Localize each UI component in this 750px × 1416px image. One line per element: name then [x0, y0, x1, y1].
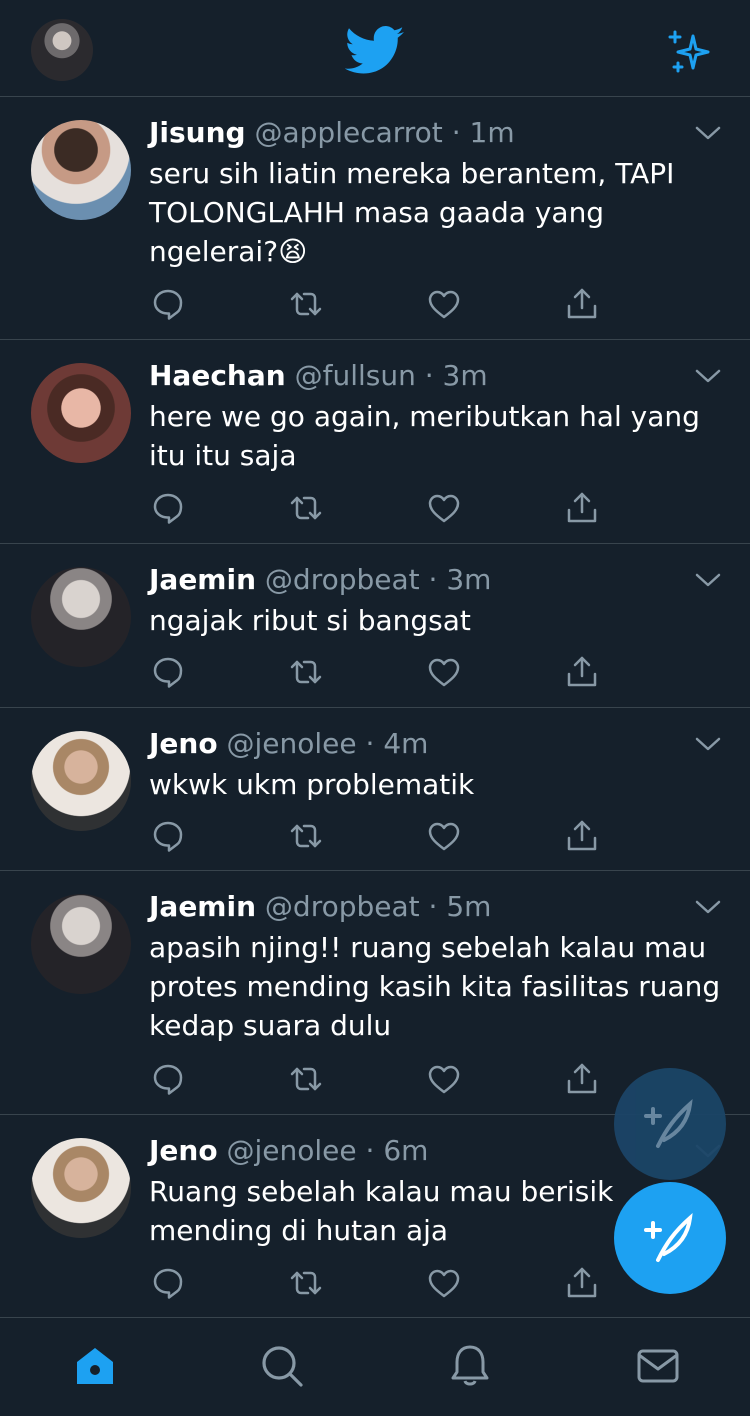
handle[interactable]: @dropbeat: [265, 890, 420, 923]
timestamp: 6m: [383, 1134, 429, 1167]
tweet-actions: [0, 286, 750, 326]
like-icon[interactable]: [426, 490, 462, 526]
search-icon[interactable]: [258, 1342, 306, 1390]
share-icon[interactable]: [564, 1061, 600, 1097]
chevron-down-icon[interactable]: [694, 897, 722, 917]
handle[interactable]: @jenolee: [226, 1134, 356, 1167]
tweet-header: Jaemin @dropbeat · 5m: [149, 890, 492, 923]
like-icon[interactable]: [426, 1061, 462, 1097]
like-icon[interactable]: [426, 1265, 462, 1301]
twitter-app: Jisung @applecarrot · 1m seru sih liatin…: [0, 0, 750, 1416]
display-name[interactable]: Jaemin: [149, 890, 256, 923]
reply-icon[interactable]: [150, 286, 186, 322]
retweet-icon[interactable]: [288, 654, 324, 690]
handle[interactable]: @applecarrot: [255, 116, 443, 149]
retweet-icon[interactable]: [288, 1265, 324, 1301]
like-icon[interactable]: [426, 286, 462, 322]
avatar[interactable]: [31, 731, 131, 831]
chevron-down-icon[interactable]: [694, 366, 722, 386]
tweet-actions: [0, 490, 750, 530]
messages-icon[interactable]: [634, 1342, 682, 1390]
timestamp: 1m: [469, 116, 515, 149]
home-icon[interactable]: [71, 1342, 119, 1390]
display-name[interactable]: Jeno: [149, 1134, 218, 1167]
compose-ghost-button: [614, 1068, 726, 1180]
handle[interactable]: @fullsun: [295, 359, 416, 392]
tweet-header: Jisung @applecarrot · 1m: [149, 116, 515, 149]
avatar[interactable]: [31, 1138, 131, 1238]
tweet-text: here we go again, meributkan hal yang it…: [149, 400, 700, 472]
chevron-down-icon[interactable]: [694, 734, 722, 754]
tweet[interactable]: Haechan @fullsun · 3m here we go again, …: [0, 340, 750, 544]
chevron-down-icon[interactable]: [694, 570, 722, 590]
tweet-actions: [0, 818, 750, 858]
tweet-text: seru sih liatin mereka berantem, TAPI TO…: [149, 157, 675, 268]
twitter-bird-icon[interactable]: [345, 26, 405, 76]
retweet-icon[interactable]: [288, 818, 324, 854]
display-name[interactable]: Jaemin: [149, 563, 256, 596]
avatar[interactable]: [31, 363, 131, 463]
tweet-text: ngajak ribut si bangsat: [149, 604, 471, 637]
display-name[interactable]: Haechan: [149, 359, 286, 392]
reply-icon[interactable]: [150, 490, 186, 526]
reply-icon[interactable]: [150, 1061, 186, 1097]
share-icon[interactable]: [564, 654, 600, 690]
retweet-icon[interactable]: [288, 490, 324, 526]
tweet-header: Jaemin @dropbeat · 3m: [149, 563, 492, 596]
retweet-icon[interactable]: [288, 1061, 324, 1097]
tweet[interactable]: Jisung @applecarrot · 1m seru sih liatin…: [0, 97, 750, 340]
display-name[interactable]: Jeno: [149, 727, 218, 760]
tweet-text: apasih njing!! ruang sebelah kalau mau p…: [149, 931, 721, 1042]
chevron-down-icon[interactable]: [694, 123, 722, 143]
reply-icon[interactable]: [150, 654, 186, 690]
share-icon[interactable]: [564, 286, 600, 322]
like-icon[interactable]: [426, 818, 462, 854]
share-icon[interactable]: [564, 818, 600, 854]
compose-tweet-icon: [644, 1213, 693, 1262]
avatar[interactable]: [31, 894, 131, 994]
handle[interactable]: @jenolee: [226, 727, 356, 760]
reply-icon[interactable]: [150, 818, 186, 854]
avatar[interactable]: [31, 567, 131, 667]
tweet-actions: [0, 654, 750, 694]
timestamp: 3m: [446, 563, 492, 596]
tweet-header: Jeno @jenolee · 6m: [149, 1134, 429, 1167]
avatar[interactable]: [31, 120, 131, 220]
tweet-header: Haechan @fullsun · 3m: [149, 359, 488, 392]
handle[interactable]: @dropbeat: [265, 563, 420, 596]
tweet-text: wkwk ukm problematik: [149, 768, 475, 801]
sparkle-icon[interactable]: [665, 28, 713, 76]
tweet[interactable]: Jaemin @dropbeat · 3m ngajak ribut si ba…: [0, 544, 750, 708]
tweet[interactable]: Jeno @jenolee · 4m wkwk ukm problematik: [0, 708, 750, 871]
timestamp: 5m: [446, 890, 492, 923]
top-bar: [0, 0, 750, 97]
timestamp: 3m: [442, 359, 488, 392]
timestamp: 4m: [383, 727, 429, 760]
compose-tweet-icon: [644, 1099, 693, 1148]
tweet-header: Jeno @jenolee · 4m: [149, 727, 429, 760]
share-icon[interactable]: [564, 1265, 600, 1301]
compose-tweet-button[interactable]: [614, 1182, 726, 1294]
reply-icon[interactable]: [150, 1265, 186, 1301]
notifications-icon[interactable]: [446, 1342, 494, 1390]
retweet-icon[interactable]: [288, 286, 324, 322]
like-icon[interactable]: [426, 654, 462, 690]
share-icon[interactable]: [564, 490, 600, 526]
profile-avatar[interactable]: [31, 19, 93, 81]
bottom-nav: [0, 1317, 750, 1416]
display-name[interactable]: Jisung: [149, 116, 246, 149]
